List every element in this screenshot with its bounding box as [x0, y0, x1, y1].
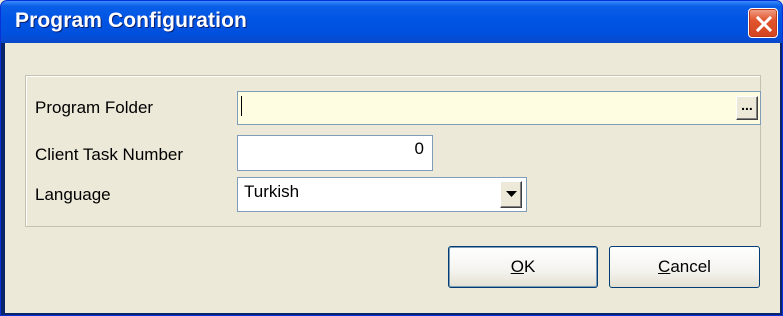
- language-select[interactable]: Turkish: [237, 177, 527, 212]
- program-folder-input[interactable]: ...: [237, 91, 761, 125]
- program-folder-label: Program Folder: [35, 98, 154, 117]
- chevron-down-icon: [506, 191, 517, 197]
- program-configuration-dialog: Program Configuration Program Folder ...…: [0, 0, 783, 316]
- cancel-mnemonic: C: [658, 257, 671, 276]
- client-task-number-label: Client Task Number: [35, 145, 184, 164]
- close-button[interactable]: [748, 8, 778, 38]
- title-bar[interactable]: Program Configuration: [1, 1, 782, 43]
- language-dropdown-button[interactable]: [500, 181, 522, 208]
- client-task-number-value: 0: [414, 139, 424, 158]
- cancel-label-rest: ancel: [670, 257, 711, 276]
- dialog-body: Program Folder ... Client Task Number 0 …: [5, 43, 780, 313]
- text-caret: [241, 96, 242, 116]
- ok-mnemonic: O: [510, 257, 524, 276]
- browse-folder-button[interactable]: ...: [736, 96, 758, 120]
- close-icon: [755, 15, 773, 33]
- language-label: Language: [35, 185, 111, 204]
- ok-label-rest: K: [523, 257, 536, 276]
- cancel-button[interactable]: Cancel: [609, 246, 760, 288]
- ok-button[interactable]: OK: [448, 246, 598, 288]
- language-selected-value: Turkish: [244, 182, 300, 201]
- window-title: Program Configuration: [15, 9, 247, 32]
- client-task-number-input[interactable]: 0: [237, 135, 433, 171]
